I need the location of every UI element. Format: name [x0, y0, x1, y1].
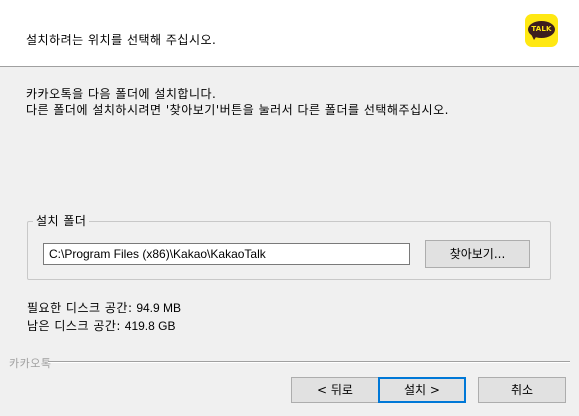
- destination-path-input[interactable]: [43, 243, 410, 265]
- logo-text: TALK: [531, 25, 552, 33]
- description: 카카오톡을 다음 폴더에 설치합니다. 다른 폴더에 설치하시려면 '찾아보기'…: [26, 86, 449, 118]
- back-button[interactable]: < 뒤로: [291, 377, 379, 403]
- install-button[interactable]: 설치 >: [378, 377, 466, 403]
- available-space-value: 419.8 GB: [124, 319, 176, 333]
- kakaotalk-logo-icon: TALK: [525, 14, 558, 47]
- required-space-row: 필요한 디스크 공간: 94.9 MB: [27, 301, 181, 315]
- required-space-value: 94.9 MB: [136, 301, 182, 315]
- available-space-row: 남은 디스크 공간: 419.8 GB: [27, 319, 175, 333]
- destination-folder-label: 설치 폴더: [33, 214, 90, 228]
- footer-brand: 카카오톡: [9, 357, 52, 370]
- description-line-1: 카카오톡을 다음 폴더에 설치합니다.: [26, 87, 217, 101]
- cancel-button[interactable]: 취소: [478, 377, 566, 403]
- required-space-label: 필요한 디스크 공간:: [27, 301, 133, 315]
- available-space-label: 남은 디스크 공간:: [27, 319, 121, 333]
- description-line-2: 다른 폴더에 설치하시려면 '찾아보기'버튼을 눌러서 다른 폴더를 선택해주십…: [26, 103, 449, 117]
- header-panel: 설치하려는 위치를 선택해 주십시오. TALK: [0, 0, 579, 67]
- browse-button[interactable]: 찾아보기...: [425, 240, 530, 268]
- footer-divider: [48, 361, 570, 363]
- logo-bubble-tail: [531, 34, 538, 40]
- page-title: 설치하려는 위치를 선택해 주십시오.: [26, 33, 217, 47]
